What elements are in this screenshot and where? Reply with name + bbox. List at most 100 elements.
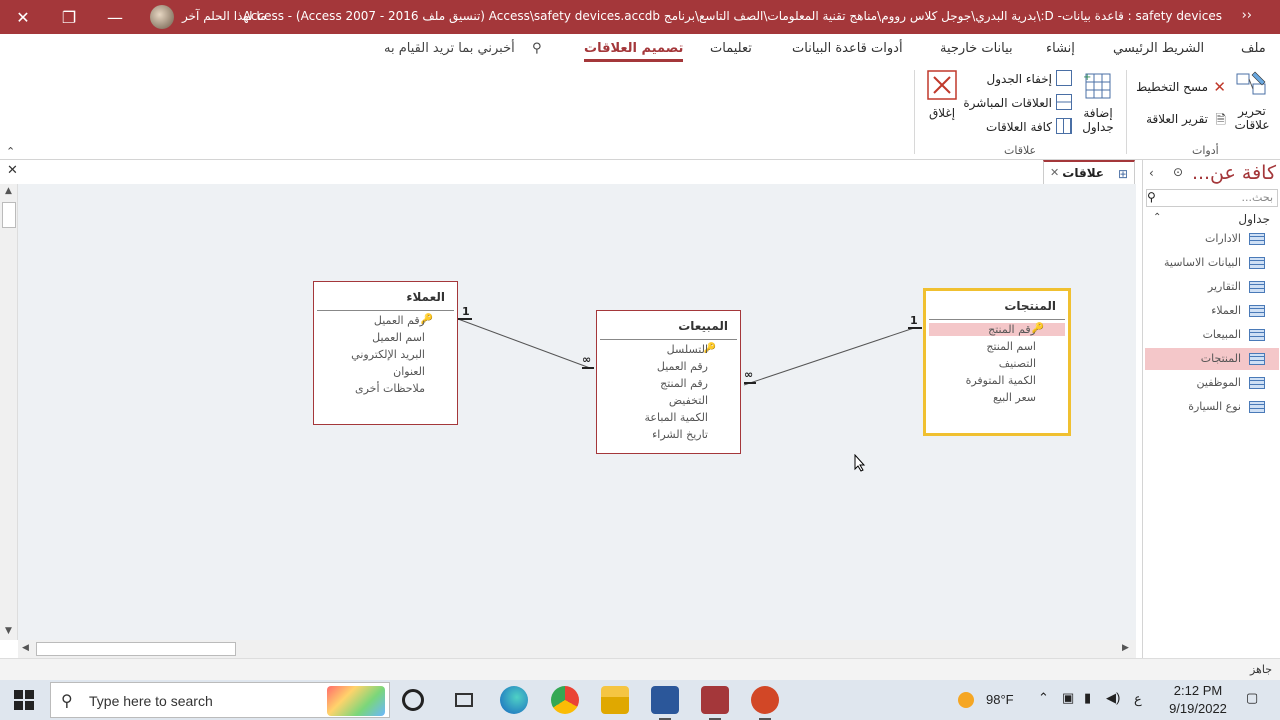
field-item[interactable]: رقم العميل <box>657 360 708 373</box>
scroll-up-icon[interactable]: ▲ <box>5 186 12 196</box>
scroll-right-icon[interactable]: ▶ <box>1122 643 1129 653</box>
cortana-icon[interactable] <box>402 689 424 711</box>
minimize-window-button[interactable]: — <box>92 0 138 34</box>
primary-key-icon: 🔑 <box>1031 323 1044 334</box>
table-sales[interactable]: المبيعات 🔑 التسلسل رقم العميل رقم المنتج… <box>596 310 741 454</box>
field-item[interactable]: التسلسل <box>667 343 708 356</box>
horizontal-scrollbar[interactable]: ◀ ▶ <box>18 640 1136 658</box>
search-highlight-image <box>327 686 385 716</box>
quick-access-more-icon[interactable]: ›› <box>1242 8 1252 23</box>
windows-start-icon[interactable] <box>14 690 34 710</box>
volume-icon[interactable]: ◀) <box>1106 690 1120 706</box>
task-view-icon[interactable] <box>450 686 478 714</box>
all-relationships-button[interactable]: كافة العلاقات <box>984 118 1074 138</box>
restore-window-button[interactable]: ❐ <box>46 0 92 34</box>
direct-relationships-button[interactable]: العلاقات المباشرة <box>960 94 1074 114</box>
field-item[interactable]: اسم المنتج <box>986 340 1036 353</box>
relationship-line-customers-sales[interactable] <box>457 318 591 369</box>
field-item[interactable]: اسم العميل <box>372 331 425 344</box>
collapse-ribbon-icon[interactable]: ⌃ <box>6 145 15 158</box>
notifications-icon[interactable]: ▢ <box>1246 690 1258 706</box>
field-item[interactable]: الكمية المتوفرة <box>966 374 1036 387</box>
nav-item-table[interactable]: نوع السيارة <box>1145 396 1279 418</box>
network-icon[interactable]: ▮ <box>1084 690 1091 706</box>
horizontal-scroll-thumb[interactable] <box>36 642 236 656</box>
vertical-scrollbar[interactable]: ▲ ▼ <box>0 184 18 640</box>
access-icon[interactable] <box>701 686 729 720</box>
field-item[interactable]: رقم المنتج <box>660 377 708 390</box>
powerpoint-icon[interactable] <box>751 686 779 720</box>
table-icon <box>1249 401 1265 413</box>
word-icon[interactable] <box>651 686 679 720</box>
shutter-bar-chevron-icon[interactable]: ‹ <box>1149 166 1154 180</box>
tab-database-tools[interactable]: أدوات قاعدة البيانات <box>792 41 903 56</box>
field-item[interactable]: الكمية المباعة <box>645 411 708 424</box>
nav-group-header[interactable]: جداول <box>1238 212 1270 226</box>
clear-layout-button[interactable]: ✕ مسح التخطيط <box>1134 78 1230 98</box>
tab-file[interactable]: ملف <box>1241 41 1266 56</box>
status-text: جاهز <box>1249 663 1272 676</box>
tab-relationship-design[interactable]: تصميم العلاقات <box>584 41 684 62</box>
table-customers[interactable]: العملاء 🔑 رقم العميل اسم العميل البريد ا… <box>313 281 458 425</box>
relationships-canvas[interactable]: 1 ∞ ∞ 1 العملاء 🔑 رقم العميل اسم العميل … <box>18 184 1136 640</box>
tab-relationships-document[interactable]: ⊞ علاقات ✕ <box>1043 160 1135 184</box>
edit-relationships-button[interactable]: تحرير علاقات <box>1230 68 1274 136</box>
tab-create[interactable]: إنشاء <box>1046 41 1075 56</box>
collapse-group-icon[interactable]: ⌃ <box>1153 212 1161 223</box>
chrome-icon[interactable] <box>551 686 579 714</box>
field-item[interactable]: تاريخ الشراء <box>652 428 708 441</box>
nav-item-table[interactable]: الموظفين <box>1145 372 1279 394</box>
title-bar: ✕ ❐ — ما لهذا الحلم آخر safety devices :… <box>0 0 1280 34</box>
relationship-report-button[interactable]: 🗎 تقرير العلاقة <box>1144 110 1230 130</box>
vertical-scroll-thumb[interactable] <box>2 202 16 228</box>
close-icon <box>927 70 957 100</box>
file-explorer-icon[interactable] <box>601 686 629 714</box>
nav-item-label: التقارير <box>1207 280 1241 293</box>
edge-icon[interactable] <box>500 686 528 714</box>
relationship-line-sales-products[interactable] <box>743 327 915 386</box>
tab-external-data[interactable]: بيانات خارجية <box>940 41 1013 56</box>
tab-home[interactable]: الشريط الرئيسي <box>1113 41 1204 56</box>
nav-item-table-selected[interactable]: المنتجات <box>1145 348 1279 370</box>
field-item[interactable]: سعر البيع <box>993 391 1036 404</box>
group-separator <box>1126 70 1127 154</box>
weather-temp[interactable]: 98°F <box>986 692 1014 707</box>
nav-item-table[interactable]: العملاء <box>1145 300 1279 322</box>
nav-item-table[interactable]: الادارات <box>1145 228 1279 250</box>
close-tab-icon[interactable]: ✕ <box>1050 166 1059 179</box>
direct-relationships-icon <box>1056 94 1072 110</box>
clock-time[interactable]: 2:12 PM <box>1166 683 1230 698</box>
nav-pane-title[interactable]: كافة عن... <box>1192 162 1276 184</box>
taskbar-search-box[interactable]: ⚲ Type here to search <box>50 682 390 718</box>
field-item[interactable]: التصنيف <box>999 357 1036 370</box>
nav-item-table[interactable]: التقارير <box>1145 276 1279 298</box>
input-language-indicator[interactable]: ع <box>1134 691 1142 707</box>
meet-now-icon[interactable]: ▣ <box>1062 690 1074 706</box>
tab-help[interactable]: تعليمات <box>710 41 752 56</box>
nav-menu-dropdown-icon[interactable]: ⊙ <box>1173 165 1183 179</box>
table-products[interactable]: المنتجات رقم المنتج 🔑 اسم المنتج التصنيف… <box>923 288 1071 436</box>
field-item[interactable]: البريد الإلكتروني <box>351 348 425 361</box>
field-item[interactable]: العنوان <box>393 365 425 378</box>
nav-search-input[interactable]: بحث... <box>1146 189 1278 207</box>
tell-me-input[interactable]: أخبرني بما تريد القيام به <box>384 41 515 56</box>
add-tables-button[interactable]: + إضافة جداول <box>1076 68 1120 138</box>
scroll-down-icon[interactable]: ▼ <box>5 626 12 636</box>
show-hidden-icons-icon[interactable]: ⌃ <box>1038 690 1049 706</box>
avatar[interactable] <box>150 5 174 29</box>
close-window-button[interactable]: ✕ <box>0 0 46 34</box>
nav-item-table[interactable]: المبيعات <box>1145 324 1279 346</box>
scroll-left-icon[interactable]: ◀ <box>22 643 29 653</box>
clock-date[interactable]: 9/19/2022 <box>1160 701 1236 716</box>
field-item-selected[interactable]: رقم المنتج <box>929 323 1065 336</box>
weather-icon[interactable] <box>958 692 974 708</box>
edit-relationships-label: تحرير علاقات <box>1234 104 1270 132</box>
table-icon <box>1249 377 1265 389</box>
close-document-icon[interactable]: ✕ <box>7 163 18 178</box>
field-item[interactable]: التخفيض <box>669 394 708 407</box>
field-item[interactable]: رقم العميل <box>374 314 425 327</box>
nav-item-table[interactable]: البيانات الاساسية <box>1145 252 1279 274</box>
field-item[interactable]: ملاحظات أخرى <box>355 382 425 395</box>
close-relationships-button[interactable]: إغلاق <box>922 68 962 128</box>
hide-table-button[interactable]: إخفاء الجدول <box>984 70 1074 90</box>
